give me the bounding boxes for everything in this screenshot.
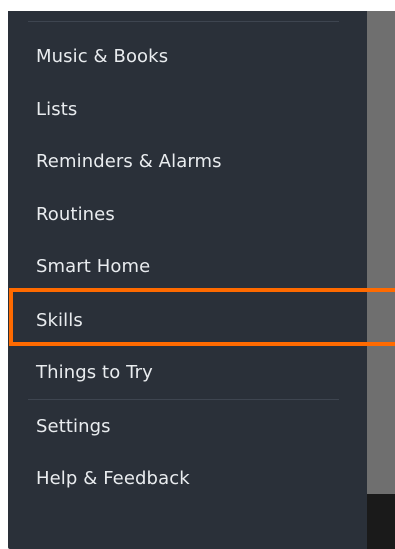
menu-item-lists[interactable]: Lists [8, 83, 367, 135]
app-screen: Music & Books Lists Reminders & Alarms R… [0, 0, 395, 549]
menu-item-label: Settings [36, 415, 111, 437]
menu-item-label: Smart Home [36, 255, 151, 277]
menu-item-label: Reminders & Alarms [36, 150, 222, 172]
menu-item-reminders-alarms[interactable]: Reminders & Alarms [8, 135, 367, 187]
menu-item-music-books[interactable]: Music & Books [8, 30, 367, 82]
menu-item-things-to-try[interactable]: Things to Try [8, 346, 367, 398]
menu-item-label: Things to Try [36, 361, 153, 383]
menu-item-label: Skills [36, 309, 83, 331]
menu-item-label: Music & Books [36, 45, 169, 67]
menu-item-skills[interactable]: Skills [8, 294, 367, 346]
menu-item-smart-home[interactable]: Smart Home [8, 240, 367, 292]
menu-item-routines[interactable]: Routines [8, 188, 367, 240]
menu-item-label: Help & Feedback [36, 467, 190, 489]
menu-item-settings[interactable]: Settings [8, 400, 367, 452]
background-scrim[interactable] [367, 11, 395, 494]
top-divider [28, 21, 339, 22]
background-scrim-bottom[interactable] [367, 494, 395, 549]
menu-item-help-feedback[interactable]: Help & Feedback [8, 452, 367, 504]
menu-item-label: Lists [36, 98, 78, 120]
menu-item-label: Routines [36, 203, 115, 225]
